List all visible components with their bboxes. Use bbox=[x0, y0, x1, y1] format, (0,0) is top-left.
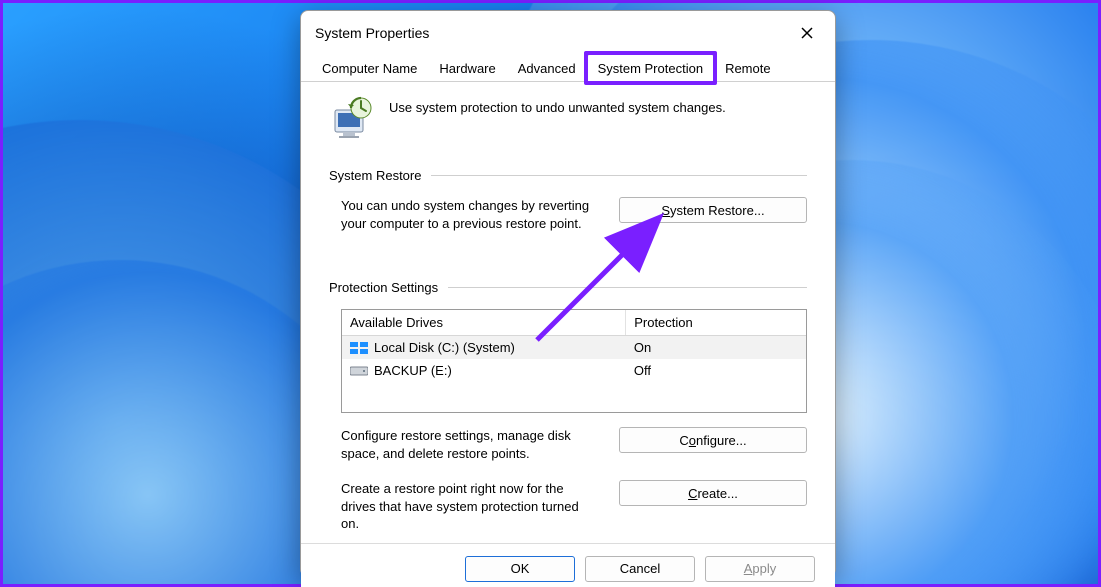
titlebar: System Properties bbox=[301, 11, 835, 53]
drive-name: Local Disk (C:) (System) bbox=[374, 340, 515, 355]
drives-header-drive: Available Drives bbox=[342, 310, 626, 335]
intro-text: Use system protection to undo unwanted s… bbox=[389, 96, 726, 115]
group-protection-settings-label: Protection Settings bbox=[329, 280, 438, 295]
system-restore-button[interactable]: System Restore... bbox=[619, 197, 807, 223]
group-protection-settings: Protection Settings Available Drives Pro… bbox=[329, 280, 807, 533]
drive-row[interactable]: Local Disk (C:) (System) On bbox=[342, 336, 806, 359]
cancel-button[interactable]: Cancel bbox=[585, 556, 695, 582]
tab-system-protection[interactable]: System Protection bbox=[587, 54, 715, 82]
system-restore-description: You can undo system changes by reverting… bbox=[329, 197, 597, 232]
system-properties-dialog: System Properties Computer Name Hardware… bbox=[300, 10, 836, 577]
create-button[interactable]: Create... bbox=[619, 480, 807, 506]
drive-name: BACKUP (E:) bbox=[374, 363, 452, 378]
tab-strip: Computer Name Hardware Advanced System P… bbox=[301, 53, 835, 82]
close-button[interactable] bbox=[789, 19, 825, 47]
group-system-restore: System Restore You can undo system chang… bbox=[329, 168, 807, 232]
tab-computer-name[interactable]: Computer Name bbox=[311, 54, 428, 82]
tab-system-protection-body: Use system protection to undo unwanted s… bbox=[301, 82, 835, 543]
system-protection-icon bbox=[329, 96, 375, 142]
hdd-drive-icon bbox=[350, 365, 368, 377]
tab-advanced[interactable]: Advanced bbox=[507, 54, 587, 82]
dialog-button-bar: OK Cancel Apply bbox=[301, 543, 835, 587]
drives-header: Available Drives Protection bbox=[342, 310, 806, 336]
drives-list[interactable]: Available Drives Protection Local Disk (… bbox=[341, 309, 807, 413]
tab-hardware[interactable]: Hardware bbox=[428, 54, 506, 82]
ok-button[interactable]: OK bbox=[465, 556, 575, 582]
window-title: System Properties bbox=[315, 25, 429, 41]
drives-header-protection: Protection bbox=[626, 310, 806, 335]
configure-description: Configure restore settings, manage disk … bbox=[329, 427, 597, 462]
drive-row[interactable]: BACKUP (E:) Off bbox=[342, 359, 806, 382]
drive-protection: On bbox=[626, 336, 806, 359]
windows-drive-icon bbox=[350, 342, 368, 354]
tab-remote[interactable]: Remote bbox=[714, 54, 782, 82]
create-description: Create a restore point right now for the… bbox=[329, 480, 597, 533]
apply-button[interactable]: Apply bbox=[705, 556, 815, 582]
drive-protection: Off bbox=[626, 359, 806, 382]
configure-button[interactable]: Configure... bbox=[619, 427, 807, 453]
close-icon bbox=[801, 27, 813, 39]
group-system-restore-label: System Restore bbox=[329, 168, 421, 183]
